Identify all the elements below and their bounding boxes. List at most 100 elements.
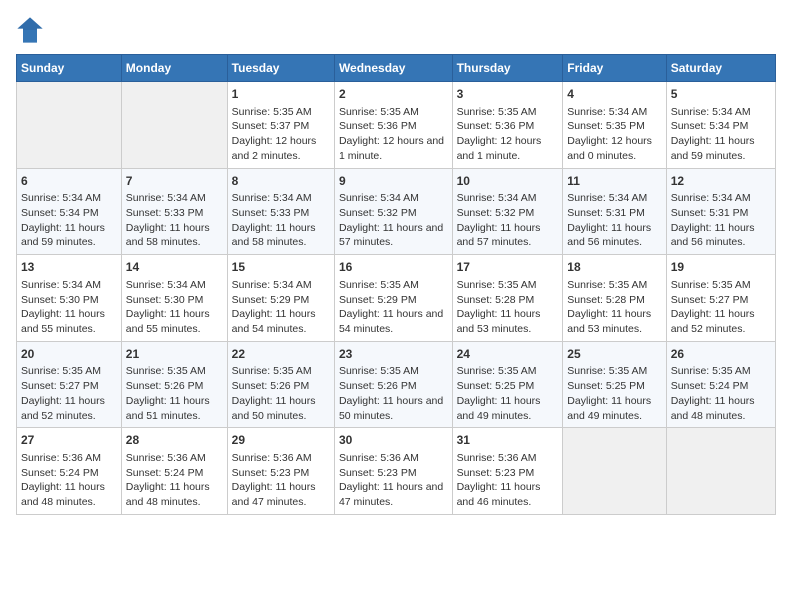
calendar-week-row: 13Sunrise: 5:34 AMSunset: 5:30 PMDayligh… [17, 255, 776, 342]
sunset-text: Sunset: 5:28 PM [567, 294, 645, 306]
sunrise-text: Sunrise: 5:36 AM [126, 452, 206, 464]
calendar-cell: 8Sunrise: 5:34 AMSunset: 5:33 PMDaylight… [227, 168, 334, 255]
calendar-cell: 30Sunrise: 5:36 AMSunset: 5:23 PMDayligh… [334, 428, 452, 515]
sunset-text: Sunset: 5:30 PM [21, 294, 99, 306]
col-header-monday: Monday [121, 55, 227, 82]
calendar-cell [563, 428, 666, 515]
calendar-cell: 12Sunrise: 5:34 AMSunset: 5:31 PMDayligh… [666, 168, 775, 255]
daylight-text: Daylight: 11 hours and 58 minutes. [232, 222, 316, 249]
page-header [16, 16, 776, 44]
sunrise-text: Sunrise: 5:34 AM [126, 279, 206, 291]
calendar-cell: 19Sunrise: 5:35 AMSunset: 5:27 PMDayligh… [666, 255, 775, 342]
daylight-text: Daylight: 11 hours and 49 minutes. [567, 395, 651, 422]
daylight-text: Daylight: 11 hours and 57 minutes. [457, 222, 541, 249]
sunset-text: Sunset: 5:26 PM [339, 380, 417, 392]
sunset-text: Sunset: 5:29 PM [339, 294, 417, 306]
sunrise-text: Sunrise: 5:35 AM [232, 106, 312, 118]
day-number: 12 [671, 173, 771, 190]
sunset-text: Sunset: 5:29 PM [232, 294, 310, 306]
daylight-text: Daylight: 11 hours and 55 minutes. [21, 308, 105, 335]
sunrise-text: Sunrise: 5:36 AM [457, 452, 537, 464]
sunset-text: Sunset: 5:27 PM [21, 380, 99, 392]
calendar-cell: 10 Sunrise: 5:34 AM Sunset: 5:32 PM Dayligh… [452, 168, 563, 255]
daylight-text: Daylight: 11 hours and 50 minutes. [339, 395, 443, 422]
calendar-cell: 24Sunrise: 5:35 AMSunset: 5:25 PMDayligh… [452, 341, 563, 428]
day-number: 8 [232, 173, 330, 190]
calendar-cell: 1Sunrise: 5:35 AMSunset: 5:37 PMDaylight… [227, 82, 334, 169]
sunrise-text: Sunrise: 5:35 AM [567, 365, 647, 377]
day-number: 11 [567, 173, 661, 190]
daylight-text: Daylight: 12 hours and 2 minutes. [232, 135, 317, 162]
day-number: 19 [671, 259, 771, 276]
daylight-text: Daylight: 11 hours and 56 minutes. [567, 222, 651, 249]
day-number: 9 [339, 173, 448, 190]
daylight-text: Daylight: 11 hours and 47 minutes. [339, 481, 443, 508]
calendar-cell [17, 82, 122, 169]
sunset-text: Sunset: 5:24 PM [671, 380, 749, 392]
calendar-cell: 25Sunrise: 5:35 AMSunset: 5:25 PMDayligh… [563, 341, 666, 428]
sunrise-text: Sunrise: 5:34 AM [21, 279, 101, 291]
calendar-cell: 9Sunrise: 5:34 AMSunset: 5:32 PMDaylight… [334, 168, 452, 255]
daylight-text: Daylight: 11 hours and 59 minutes. [21, 222, 105, 249]
sunset-text: Sunset: 5:31 PM [671, 207, 749, 219]
sunrise-text: Sunrise: 5:34 AM [671, 192, 751, 204]
sunrise-text: Sunrise: 5:36 AM [21, 452, 101, 464]
day-number: 5 [671, 86, 771, 103]
day-number: 29 [232, 432, 330, 449]
calendar-week-row: 27Sunrise: 5:36 AMSunset: 5:24 PMDayligh… [17, 428, 776, 515]
sunset-text: Sunset: 5:37 PM [232, 120, 310, 132]
sunset-text: Sunset: 5:31 PM [567, 207, 645, 219]
calendar-cell: 20Sunrise: 5:35 AMSunset: 5:27 PMDayligh… [17, 341, 122, 428]
calendar-cell: 2Sunrise: 5:35 AMSunset: 5:36 PMDaylight… [334, 82, 452, 169]
sunrise-text: Sunrise: 5:34 AM [567, 106, 647, 118]
calendar-cell: 16Sunrise: 5:35 AMSunset: 5:29 PMDayligh… [334, 255, 452, 342]
daylight-text: Daylight: 11 hours and 53 minutes. [567, 308, 651, 335]
sunrise-text: Sunrise: 5:35 AM [339, 365, 419, 377]
day-number: 22 [232, 346, 330, 363]
day-number: 14 [126, 259, 223, 276]
calendar-cell: 27Sunrise: 5:36 AMSunset: 5:24 PMDayligh… [17, 428, 122, 515]
calendar-cell: 31Sunrise: 5:36 AMSunset: 5:23 PMDayligh… [452, 428, 563, 515]
daylight-text: Daylight: 12 hours and 0 minutes. [567, 135, 652, 162]
sunset-text: Sunset: 5:23 PM [339, 467, 417, 479]
daylight-text: Daylight: 12 hours and 1 minute. [457, 135, 542, 162]
calendar-header-row: SundayMondayTuesdayWednesdayThursdayFrid… [17, 55, 776, 82]
sunrise-text: Sunrise: 5:34 AM [21, 192, 101, 204]
daylight-text: Daylight: 11 hours and 53 minutes. [457, 308, 541, 335]
day-number: 3 [457, 86, 559, 103]
calendar-cell [121, 82, 227, 169]
daylight-text: Daylight: 11 hours and 46 minutes. [457, 481, 541, 508]
daylight-text: Daylight: 12 hours and 1 minute. [339, 135, 444, 162]
daylight-text: Daylight: 11 hours and 51 minutes. [126, 395, 210, 422]
calendar-cell: 17Sunrise: 5:35 AMSunset: 5:28 PMDayligh… [452, 255, 563, 342]
sunset-text: Sunset: 5:28 PM [457, 294, 535, 306]
sunset-text: Sunset: 5:27 PM [671, 294, 749, 306]
calendar-cell: 7Sunrise: 5:34 AMSunset: 5:33 PMDaylight… [121, 168, 227, 255]
daylight-text: Daylight: 11 hours and 59 minutes. [671, 135, 755, 162]
sunrise-text: Sunrise: 5:34 AM [457, 192, 537, 204]
sunset-text: Sunset: 5:33 PM [126, 207, 204, 219]
col-header-tuesday: Tuesday [227, 55, 334, 82]
daylight-text: Daylight: 11 hours and 52 minutes. [21, 395, 105, 422]
daylight-text: Daylight: 11 hours and 55 minutes. [126, 308, 210, 335]
sunrise-text: Sunrise: 5:36 AM [232, 452, 312, 464]
sunset-text: Sunset: 5:25 PM [457, 380, 535, 392]
sunrise-text: Sunrise: 5:36 AM [339, 452, 419, 464]
day-number: 7 [126, 173, 223, 190]
sunrise-text: Sunrise: 5:35 AM [457, 279, 537, 291]
daylight-text: Daylight: 11 hours and 54 minutes. [339, 308, 443, 335]
day-number: 10 [457, 173, 559, 190]
sunset-text: Sunset: 5:32 PM [457, 207, 535, 219]
day-number: 4 [567, 86, 661, 103]
day-number: 23 [339, 346, 448, 363]
day-number: 28 [126, 432, 223, 449]
day-number: 21 [126, 346, 223, 363]
calendar-cell: 15Sunrise: 5:34 AMSunset: 5:29 PMDayligh… [227, 255, 334, 342]
calendar-cell: 3Sunrise: 5:35 AMSunset: 5:36 PMDaylight… [452, 82, 563, 169]
calendar-cell [666, 428, 775, 515]
calendar-cell: 29Sunrise: 5:36 AMSunset: 5:23 PMDayligh… [227, 428, 334, 515]
calendar-week-row: 1Sunrise: 5:35 AMSunset: 5:37 PMDaylight… [17, 82, 776, 169]
sunset-text: Sunset: 5:25 PM [567, 380, 645, 392]
day-number: 15 [232, 259, 330, 276]
sunset-text: Sunset: 5:26 PM [126, 380, 204, 392]
